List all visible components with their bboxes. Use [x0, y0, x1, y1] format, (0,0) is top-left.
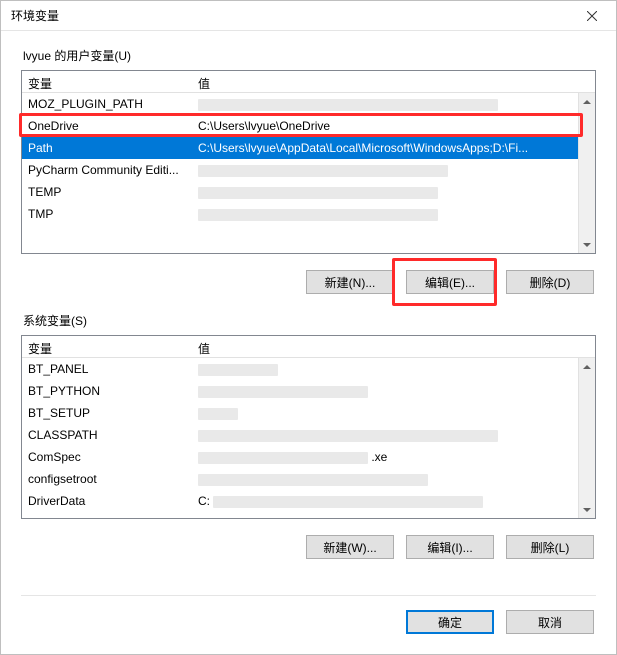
cell-value [192, 161, 595, 179]
table-row[interactable]: MOZ_PLUGIN_PATH [22, 93, 595, 115]
cell-value [192, 360, 595, 378]
scrollbar[interactable] [578, 93, 595, 253]
cancel-button[interactable]: 取消 [506, 610, 594, 634]
scroll-down-arrow[interactable] [579, 501, 595, 518]
client-area: lvyue 的用户变量(U) 变量 值 MOZ_PLUGIN_PATH OneDr… [1, 31, 616, 654]
table-row[interactable]: TEMP [22, 181, 595, 203]
table-row[interactable]: BT_PANEL [22, 358, 595, 380]
user-new-button[interactable]: 新建(N)... [306, 270, 394, 294]
list-header: 变量 值 [22, 71, 595, 93]
table-row[interactable]: BT_PYTHON [22, 380, 595, 402]
cell-value [192, 205, 595, 223]
cell-name: TEMP [22, 183, 192, 201]
cell-name: PyCharm Community Editi... [22, 161, 192, 179]
table-row[interactable]: DriverDataC: [22, 490, 595, 512]
system-vars-label: 系统变量(S) [23, 312, 596, 329]
cell-name: BT_PYTHON [22, 382, 192, 400]
cell-name: TMP [22, 205, 192, 223]
cell-name: Path [22, 139, 192, 157]
cell-name: BT_PANEL [22, 360, 192, 378]
system-delete-button[interactable]: 删除(L) [506, 535, 594, 559]
column-header-value[interactable]: 值 [192, 336, 595, 357]
system-vars-list[interactable]: 变量 值 BT_PANEL BT_PYTHON BT_SETUP CLASSPATH C… [21, 335, 596, 519]
cell-name: MOZ_PLUGIN_PATH [22, 95, 192, 113]
list-body: BT_PANEL BT_PYTHON BT_SETUP CLASSPATH ComSpe… [22, 358, 595, 518]
user-edit-button[interactable]: 编辑(E)... [406, 270, 494, 294]
close-icon [587, 11, 597, 21]
list-body: MOZ_PLUGIN_PATH OneDriveC:\Users\lvyue\On… [22, 93, 595, 253]
cell-value [192, 183, 595, 201]
column-header-name[interactable]: 变量 [22, 71, 192, 92]
scrollbar[interactable] [578, 358, 595, 518]
table-row[interactable]: OneDriveC:\Users\lvyue\OneDrive [22, 115, 595, 137]
scroll-down-arrow[interactable] [579, 236, 595, 253]
table-row[interactable]: PathC:\Users\lvyue\AppData\Local\Microso… [22, 137, 595, 159]
cell-value: .xe [192, 448, 595, 466]
cell-value [192, 426, 595, 444]
cell-name: CLASSPATH [22, 426, 192, 444]
cell-name: OneDrive [22, 117, 192, 135]
scroll-up-arrow[interactable] [579, 358, 595, 375]
dialog-buttons: 确定 取消 [21, 595, 596, 634]
cell-value [192, 470, 595, 488]
table-row[interactable]: TMP [22, 203, 595, 225]
cell-name: BT_SETUP [22, 404, 192, 422]
window-title: 环境变量 [11, 7, 570, 24]
column-header-name[interactable]: 变量 [22, 336, 192, 357]
system-edit-button[interactable]: 编辑(I)... [406, 535, 494, 559]
cell-name: configsetroot [22, 470, 192, 488]
table-row[interactable]: configsetroot [22, 468, 595, 490]
scroll-up-arrow[interactable] [579, 93, 595, 110]
cell-value [192, 404, 595, 422]
user-vars-list[interactable]: 变量 值 MOZ_PLUGIN_PATH OneDriveC:\Users\lvy… [21, 70, 596, 254]
system-new-button[interactable]: 新建(W)... [306, 535, 394, 559]
user-vars-label: lvyue 的用户变量(U) [23, 47, 596, 64]
table-row[interactable]: PyCharm Community Editi... [22, 159, 595, 181]
user-buttons: 新建(N)... 编辑(E)... 删除(D) [21, 254, 596, 294]
cell-value: C:\Users\lvyue\OneDrive [192, 117, 595, 135]
cell-name: ComSpec [22, 448, 192, 466]
column-header-value[interactable]: 值 [192, 71, 595, 92]
close-button[interactable] [570, 2, 614, 30]
cell-value [192, 382, 595, 400]
titlebar: 环境变量 [1, 1, 616, 31]
system-buttons: 新建(W)... 编辑(I)... 删除(L) [21, 519, 596, 559]
list-header: 变量 值 [22, 336, 595, 358]
table-row[interactable]: BT_SETUP [22, 402, 595, 424]
cell-value: C:\Users\lvyue\AppData\Local\Microsoft\W… [192, 139, 595, 157]
ok-button[interactable]: 确定 [406, 610, 494, 634]
cell-value: C: [192, 492, 595, 510]
cell-name: DriverData [22, 492, 192, 510]
user-vars-group: lvyue 的用户变量(U) 变量 值 MOZ_PLUGIN_PATH OneDr… [21, 47, 596, 294]
user-delete-button[interactable]: 删除(D) [506, 270, 594, 294]
table-row[interactable]: CLASSPATH [22, 424, 595, 446]
cell-value [192, 95, 595, 113]
system-vars-group: 系统变量(S) 变量 值 BT_PANEL BT_PYTHON BT_SETUP CL… [21, 312, 596, 559]
table-row[interactable]: ComSpec .xe [22, 446, 595, 468]
